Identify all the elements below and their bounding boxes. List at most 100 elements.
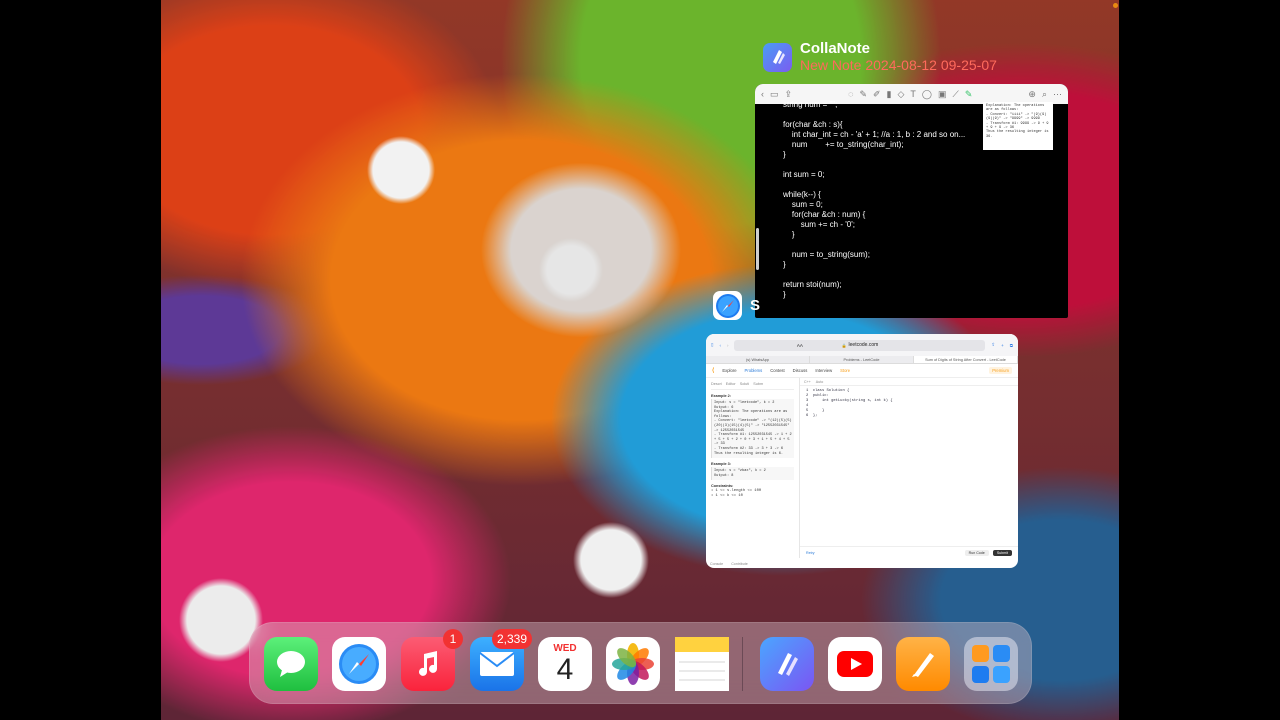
browser-tab[interactable]: (s) WhatsApp — [706, 356, 810, 363]
leetcode-nav: ⟨ Explore Problems Contest Discuss Interview S… — [706, 364, 1018, 378]
back-icon[interactable]: ‹ — [719, 343, 721, 348]
collanote-icon — [763, 42, 792, 72]
notes-icon — [675, 637, 729, 691]
nav-link[interactable]: Explore — [722, 368, 736, 373]
collanote-note-title: New Note 2024-08-12 09-25-07 — [800, 57, 997, 73]
browser-tab[interactable]: Problems - LeetCode — [810, 356, 914, 363]
premium-button[interactable]: Premium — [989, 367, 1012, 374]
notification-badge: 1 — [443, 629, 463, 649]
shapes-icon[interactable]: ◯ — [922, 89, 932, 99]
dock-app-messages[interactable] — [264, 637, 318, 691]
forward-icon[interactable]: › — [727, 343, 729, 348]
share-icon[interactable]: ⇪ — [991, 342, 995, 348]
collanote-app-name: CollaNote — [800, 40, 871, 57]
dock-app-app-library[interactable] — [964, 637, 1018, 691]
safari-toolbar: ▯ ‹ › AA 🔒 leetcode.com ⇪ + ⧉ — [706, 334, 1018, 356]
add-icon[interactable]: ⊕ — [1028, 89, 1036, 99]
description-tabs: Descri Editor Soluti Subm — [711, 382, 794, 390]
notification-badge: 2,339 — [491, 629, 532, 649]
retry-link[interactable]: Retry — [806, 551, 815, 555]
window-resize-handle[interactable] — [756, 228, 759, 270]
language-select[interactable]: C++ — [804, 380, 811, 384]
autocomplete-select[interactable]: Auto — [816, 380, 823, 384]
highlighter-icon[interactable]: ▮ — [887, 89, 892, 99]
example-body: Input: s = "zbax", k = 2 Output: 8 — [711, 467, 794, 481]
bottom-link[interactable]: Console — [710, 562, 723, 566]
ruler-icon[interactable]: ⟋ — [953, 89, 959, 99]
code-line: for(char &ch : num) { — [783, 210, 866, 219]
dock-app-collanote[interactable] — [760, 637, 814, 691]
safari-icon — [337, 642, 381, 686]
safari-icon — [713, 291, 742, 320]
nav-link[interactable]: Discuss — [793, 368, 808, 373]
dock-app-music[interactable]: 1 — [401, 629, 463, 691]
editor-bottom-bar: Retry Run Code Submit — [800, 546, 1018, 558]
dock-divider — [742, 637, 743, 691]
description-tab[interactable]: Subm — [753, 382, 763, 387]
dock-app-safari[interactable] — [332, 637, 386, 691]
explanation-line: Thus the resulting integer is 36. — [986, 130, 1049, 139]
safari-window-preview[interactable]: ▯ ‹ › AA 🔒 leetcode.com ⇪ + ⧉ (s) WhatsA… — [706, 334, 1018, 568]
text-icon[interactable]: T — [910, 89, 916, 99]
pen-icon[interactable]: ✎ — [859, 89, 867, 99]
nav-link[interactable]: Contest — [770, 368, 784, 373]
text-size-button[interactable]: AA — [797, 343, 803, 348]
code-line: sum = 0; — [783, 200, 823, 209]
leetcode-logo-icon[interactable]: ⟨ — [712, 367, 714, 374]
dock: 1 2,339 WED 4 — [249, 622, 1032, 704]
search-icon[interactable]: ⌕ — [1042, 89, 1047, 99]
description-tab[interactable]: Soluti — [740, 382, 750, 387]
collanote-switcher-header[interactable]: CollaNote New Note 2024-08-12 09-25-07 — [763, 40, 997, 74]
dock-app-pages[interactable] — [896, 637, 950, 691]
eraser-icon[interactable]: ◇ — [898, 89, 905, 99]
nav-link[interactable]: Store — [840, 368, 850, 373]
app-library-icon — [969, 642, 1013, 686]
dock-app-calendar[interactable]: WED 4 — [538, 637, 592, 691]
green-pen-icon[interactable]: ✎ — [965, 89, 973, 99]
dock-app-photos[interactable] — [606, 637, 660, 691]
code-editor[interactable]: 1 class Solution {2 public: 3 int getLuck… — [800, 386, 1018, 422]
code-line: } — [783, 230, 795, 239]
nav-link[interactable]: Interview — [815, 368, 832, 373]
status-indicator-dot — [1113, 3, 1118, 8]
description-tab[interactable]: Descri — [711, 382, 722, 387]
run-code-button[interactable]: Run Code — [964, 549, 989, 556]
submit-button[interactable]: Submit — [992, 549, 1012, 556]
code-line: int sum = 0; — [783, 170, 825, 179]
collanote-window-preview[interactable]: ‹ ▭ ⇪ ◌ ✎ ✐ ▮ ◇ T ◯ ▣ ⟋ ✎ ⊕ ⌕ ⋯ string n… — [755, 84, 1068, 318]
pencil-icon[interactable]: ✐ — [873, 89, 881, 99]
pages-icon — [908, 649, 938, 679]
pinned-explanation-card[interactable]: Explanation: The operations are as follo… — [983, 102, 1053, 150]
browser-tab[interactable]: Sum of Digits of String After Convert - … — [914, 356, 1018, 363]
code-line: } — [783, 260, 786, 269]
photos-icon — [611, 642, 655, 686]
new-tab-icon[interactable]: + — [1001, 343, 1004, 348]
dock-app-notes[interactable] — [675, 637, 729, 691]
example-body: Input: s = "leetcode", k = 2 Output: 6 E… — [711, 399, 794, 459]
image-icon[interactable]: ▣ — [938, 89, 947, 99]
sidebar-icon[interactable]: ▯ — [711, 342, 713, 348]
calendar-icon: WED 4 — [553, 643, 576, 685]
share-icon[interactable]: ⇪ — [785, 89, 793, 99]
address-bar[interactable]: AA 🔒 leetcode.com — [734, 339, 986, 351]
tabs-icon[interactable]: ⧉ — [1010, 343, 1013, 348]
nav-link[interactable]: Problems — [745, 368, 763, 373]
bottom-link[interactable]: Contribute — [731, 562, 748, 566]
lasso-icon[interactable]: ◌ — [848, 89, 853, 99]
youtube-icon — [837, 651, 873, 677]
dock-app-youtube[interactable] — [828, 637, 882, 691]
left-bottom-bar: Console Contribute — [710, 562, 748, 566]
back-icon[interactable]: ‹ — [761, 89, 764, 99]
explanation-line: - Convert: "iiii" -> "(9)(9)(9)(9)" -> "… — [986, 112, 1047, 122]
more-icon[interactable]: ⋯ — [1053, 89, 1062, 99]
layers-icon[interactable]: ▭ — [770, 89, 779, 99]
safari-switcher-header[interactable]: S — [713, 291, 760, 320]
collanote-icon — [770, 647, 804, 681]
mail-icon — [479, 651, 515, 677]
description-tab[interactable]: Editor — [726, 382, 736, 387]
dock-app-mail[interactable]: 2,339 — [470, 629, 532, 691]
